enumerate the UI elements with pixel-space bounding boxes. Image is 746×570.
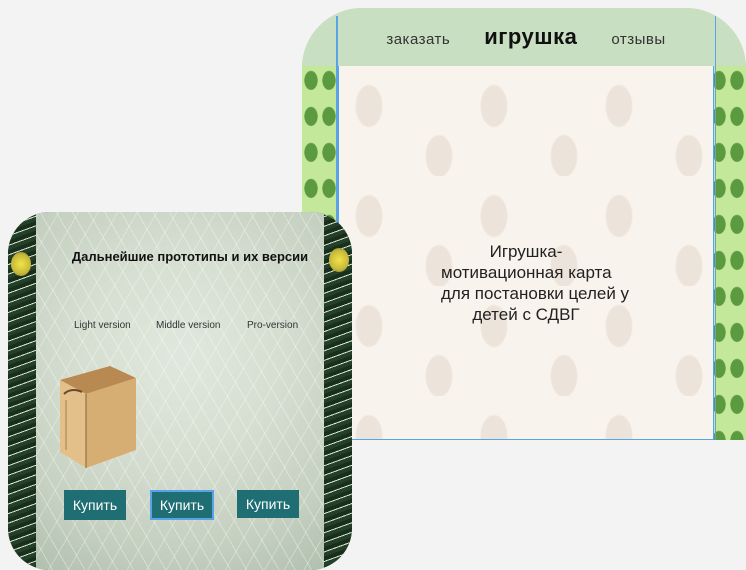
nav-brand-title[interactable]: игрушка xyxy=(484,24,577,50)
buy-button-middle[interactable]: Купить xyxy=(150,490,214,520)
selection-guide-right xyxy=(714,16,716,440)
prototypes-mockup: Дальнейшие прототипы и их версии Light v… xyxy=(8,212,352,570)
hero-description: Игрушка- мотивационная карта для постано… xyxy=(441,241,630,325)
cactus-flower-icon xyxy=(11,252,31,276)
nav-reviews-link[interactable]: отзывы xyxy=(611,31,665,48)
wooden-box-icon xyxy=(60,366,136,468)
hero-line: Игрушка- xyxy=(489,242,563,261)
hero-section: Игрушка- мотивационная карта для постано… xyxy=(338,66,714,440)
landing-nav-bar: заказать игрушка отзывы xyxy=(302,8,746,66)
landing-mockup: заказать игрушка отзывы Игрушка- мотивац… xyxy=(302,8,746,440)
version-label-middle: Middle version xyxy=(156,320,221,331)
version-labels: Light version Middle version Pro-version xyxy=(8,320,352,336)
prototypes-title: Дальнейшие прототипы и их версии xyxy=(71,249,309,264)
buy-button-pro[interactable]: Купить xyxy=(237,490,299,518)
hero-line: мотивационная карта xyxy=(441,263,612,282)
version-label-pro: Pro-version xyxy=(247,320,299,331)
nav-links: заказать игрушка отзывы xyxy=(338,24,714,50)
hero-line: детей с СДВГ xyxy=(472,305,580,324)
cactus-flower-icon xyxy=(329,248,349,272)
nav-order-link[interactable]: заказать xyxy=(386,31,450,48)
version-label-light: Light version xyxy=(74,320,131,331)
hero-line: для постановки целей у xyxy=(441,284,630,303)
buy-button-light[interactable]: Купить xyxy=(64,490,126,520)
